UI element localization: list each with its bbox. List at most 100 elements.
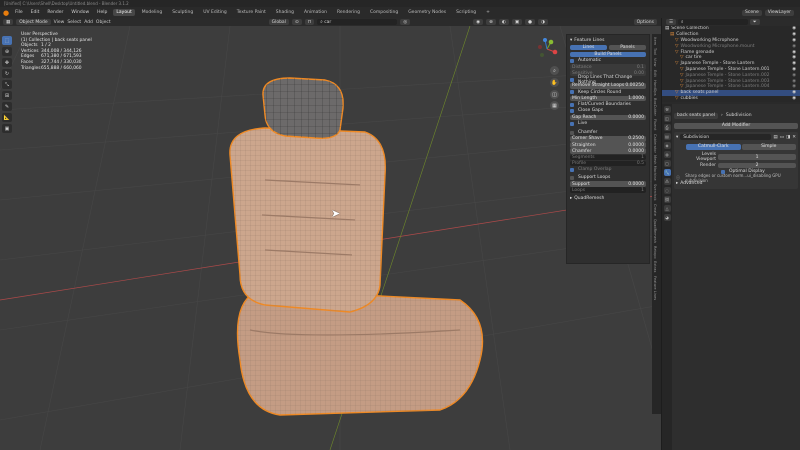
material-tab-icon[interactable]: ◕ — [663, 214, 671, 221]
edit-mode-toggle-icon[interactable]: ▤ — [773, 135, 777, 140]
close-icon[interactable]: ✕ — [792, 135, 796, 140]
select-box-tool[interactable]: ⬚ — [2, 36, 12, 45]
support-field[interactable]: Support 0.0000 — [570, 181, 646, 187]
sidebar-tab[interactable]: Mesh Machine — [653, 155, 657, 181]
outliner-row[interactable]: ▽ cubbies ◉ — [662, 96, 800, 102]
overlay-toggle[interactable]: ◐ — [498, 19, 509, 25]
menu-render[interactable]: Render — [45, 9, 65, 16]
workspace-tab-animation[interactable]: Animation — [301, 9, 330, 16]
sidebar-tab[interactable]: Feature Lines — [653, 276, 657, 300]
sidebar-tab[interactable]: Create — [653, 204, 657, 216]
shading-solid-button[interactable]: ● — [525, 19, 536, 25]
sidebar-tab[interactable]: Extras — [653, 261, 657, 272]
workspace-tab-modeling[interactable]: Modeling — [139, 9, 165, 16]
particles-tab-icon[interactable]: ⁂ — [663, 178, 671, 185]
eye-icon[interactable]: ◉ — [792, 96, 796, 101]
sidebar-tab[interactable]: Cablerator — [653, 134, 657, 153]
ortho-grid-icon[interactable]: ▦ — [550, 101, 559, 110]
rotate-tool[interactable]: ↻ — [2, 69, 12, 78]
outliner-search-field[interactable]: ⌕ — [678, 19, 749, 25]
3d-viewport[interactable]: ➤ — [0, 26, 661, 450]
add-cube-tool[interactable]: ▣ — [2, 124, 12, 133]
workspace-tab-layout[interactable]: Layout — [113, 9, 135, 16]
output-tab-icon[interactable]: ⎙ — [663, 124, 671, 131]
close-gaps-checkbox[interactable]: Close Gaps — [570, 108, 646, 114]
xray-toggle[interactable]: ▣ — [511, 19, 523, 25]
min-length-field[interactable]: Min Length 1.0000 — [570, 95, 646, 102]
sidebar-tab[interactable]: BoxCutter — [653, 98, 657, 116]
straighten-field[interactable]: Straighten 0.0000 — [570, 142, 646, 148]
transform-orientation-selector[interactable]: Global — [268, 19, 289, 25]
zoom-icon[interactable]: ⌕ — [550, 66, 559, 75]
corner-shave-field[interactable]: Corner Shave 0.2500 — [570, 136, 646, 142]
move-tool[interactable]: ✥ — [2, 58, 12, 67]
view-layer-tab-icon[interactable]: ▤ — [663, 133, 671, 140]
simple-button[interactable]: Simple — [741, 144, 796, 150]
mode-selector[interactable]: Object Mode — [16, 19, 51, 25]
menu-help[interactable]: Help — [95, 9, 109, 16]
workspace-tab-uv-editing[interactable]: UV Editing — [200, 9, 229, 16]
add-modifier-button[interactable]: Add Modifier — [674, 123, 798, 129]
catmull-clark-button[interactable]: Catmull-Clark — [686, 144, 741, 150]
eye-icon[interactable]: ◉ — [792, 32, 796, 37]
sidebar-tab[interactable]: Edit — [653, 70, 657, 77]
viewport-menu-view[interactable]: View — [54, 20, 65, 25]
build-panels-button[interactable]: Build Panels — [570, 51, 646, 58]
workspace-tab-texture-paint[interactable]: Texture Paint — [234, 9, 269, 16]
automatic-checkbox[interactable]: Automatic — [570, 58, 646, 64]
workspace-tab-shading[interactable]: Shading — [273, 9, 297, 16]
object-name-field[interactable]: back seats panel — [674, 112, 719, 119]
gap-reach-field[interactable]: Gap Reach 0.0000 — [570, 114, 646, 121]
tool-tab-icon[interactable]: ⚒ — [663, 106, 671, 113]
pan-hand-icon[interactable]: ✋ — [550, 78, 559, 87]
blender-logo-icon[interactable]: ● — [3, 9, 9, 17]
options-menu[interactable]: Options — [633, 19, 657, 25]
viewport-menu-add[interactable]: Add — [84, 20, 93, 25]
eye-icon[interactable]: ◉ — [792, 61, 796, 66]
cursor-tool[interactable]: ⊕ — [2, 47, 12, 56]
viewport-toggle-icon[interactable]: ▭ — [780, 135, 784, 140]
remove-straight-loops-field[interactable]: Remove Straight Loops 0.00250 — [570, 83, 646, 89]
filter-icon[interactable]: ⏷ — [750, 19, 760, 25]
eye-icon[interactable]: ◉ — [792, 73, 796, 78]
modifier-name-field[interactable]: Subdivision — [680, 134, 772, 140]
sidebar-tab[interactable]: Retopo — [653, 246, 657, 259]
sidebar-tab[interactable]: HardOps — [653, 80, 657, 96]
viewport-search-field[interactable]: ⌕ car — [317, 19, 398, 25]
quadremesh-panel-header[interactable]: ▸ QuadRemesh — [570, 196, 646, 202]
viewport-menu-select[interactable]: Select — [67, 20, 81, 25]
eye-icon[interactable]: ◉ — [792, 55, 796, 60]
chamfer-field[interactable]: Chamfer 0.0000 — [570, 148, 646, 154]
camera-view-icon[interactable]: ◫ — [550, 90, 559, 99]
scene-tab-icon[interactable]: ◈ — [663, 142, 671, 149]
menu-edit[interactable]: Edit — [29, 9, 42, 16]
modifier-tab-icon[interactable]: 🔧 — [663, 169, 671, 176]
render-levels-field[interactable]: 2 — [718, 162, 796, 169]
workspace-tab-rendering[interactable]: Rendering — [334, 9, 363, 16]
sidebar-tab[interactable]: View — [653, 58, 657, 67]
physics-tab-icon[interactable]: ◌ — [663, 187, 671, 194]
workspace-tab-geometry-nodes[interactable]: Geometry Nodes — [405, 9, 449, 16]
workspace-tab-sculpting[interactable]: Sculpting — [169, 9, 196, 16]
chevron-down-icon[interactable]: ▾ — [676, 135, 678, 140]
workspace-tab-scripting[interactable]: Scripting — [453, 9, 479, 16]
drop-lines-checkbox[interactable]: Drop Lines That Change Nothing — [570, 75, 646, 85]
scale-tool[interactable]: ⤡ — [2, 80, 12, 89]
chamfer-subpanel-header[interactable]: Chamfer — [570, 130, 646, 136]
sidebar-tab[interactable]: QuadRemesh — [653, 219, 657, 243]
outliner-editor-type-button[interactable]: ☰ — [666, 19, 677, 25]
eye-icon[interactable]: ◉ — [792, 90, 796, 95]
eye-icon[interactable]: ◉ — [792, 50, 796, 55]
sidebar-tab[interactable]: Tool — [653, 48, 657, 55]
menu-file[interactable]: File — [13, 9, 25, 16]
keep-circles-checkbox[interactable]: Keep Circles Round — [570, 89, 646, 95]
transform-tool[interactable]: ⊞ — [2, 91, 12, 100]
navigation-gizmo[interactable] — [536, 38, 558, 60]
viewport-menu-object[interactable]: Object — [96, 20, 111, 25]
panels-button[interactable]: Panels — [609, 44, 646, 51]
menu-window[interactable]: Window — [69, 9, 91, 16]
levels-viewport-field[interactable]: 1 — [718, 154, 796, 160]
gizmo-toggle[interactable]: ⊕ — [486, 19, 496, 25]
object-tab-icon[interactable]: ▢ — [663, 160, 671, 167]
annotate-tool[interactable]: ✎ — [2, 102, 12, 111]
